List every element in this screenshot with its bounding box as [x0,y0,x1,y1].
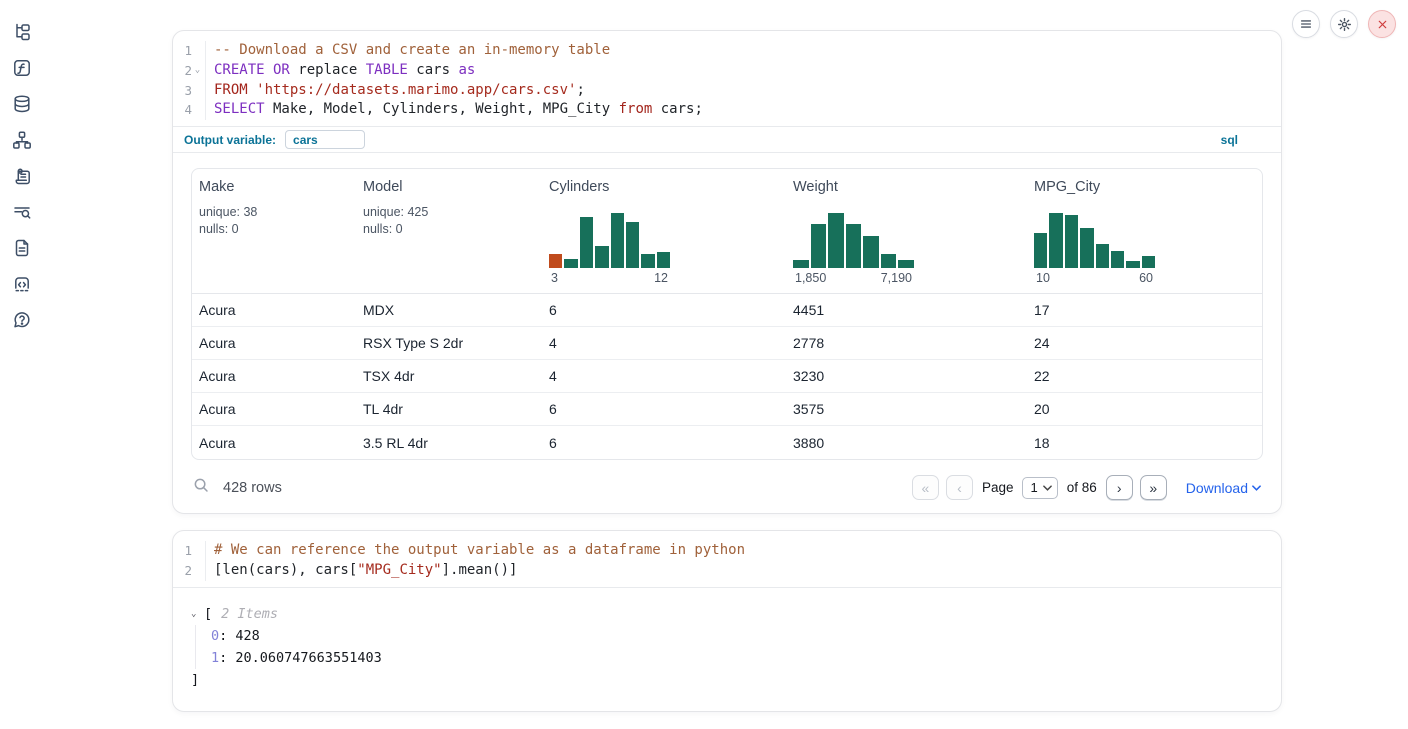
page-label: Page [982,480,1014,495]
result-table: Make unique: 38 nulls: 0 Model unique: 4… [191,168,1263,460]
close-bracket: ] [191,669,1261,691]
column-header-model[interactable]: Model unique: 425 nulls: 0 [356,169,542,293]
output-entry: 1: 20.060747663551403 [211,647,1261,669]
code-line: 1 # We can reference the output variable… [173,541,1281,561]
first-page-button[interactable]: « [912,475,939,500]
cylinders-histogram[interactable]: 3 12 [549,213,670,285]
dependency-graph-icon[interactable] [12,130,32,150]
table-header: Make unique: 38 nulls: 0 Model unique: 4… [192,169,1262,294]
line-number: 1 [176,541,192,561]
settings-button[interactable] [1330,10,1358,38]
search-icon[interactable] [193,477,210,499]
output-variable-label: Output variable: [184,133,276,147]
variables-icon[interactable] [12,58,32,78]
chevron-down-icon [1252,485,1261,491]
output-entry: 0: 428 [211,625,1261,647]
line-number: 4 [176,100,192,120]
logs-icon[interactable] [12,202,32,222]
datasources-icon[interactable] [12,94,32,114]
table-row[interactable]: AcuraTSX 4dr4323022 [192,360,1262,393]
fold-indicator[interactable]: ⌄ [192,61,203,81]
prev-page-button[interactable]: ‹ [946,475,973,500]
code-text: [len(cars), cars["MPG_City"].mean()] [206,561,517,581]
code-text: -- Download a CSV and create an in-memor… [206,41,610,61]
items-count: 2 Items [221,603,278,625]
language-badge: sql [1221,133,1270,147]
python-code-editor[interactable]: 1 # We can reference the output variable… [173,531,1281,587]
mpg-city-histogram[interactable]: 10 60 [1034,213,1155,285]
output-variable-input[interactable] [285,130,365,149]
menu-icon [1299,17,1313,31]
sql-cell: 1 -- Download a CSV and create an in-mem… [172,30,1282,514]
weight-histogram[interactable]: 1,850 7,190 [793,213,914,285]
settings-gear-icon [1337,17,1352,32]
menu-button[interactable] [1292,10,1320,38]
hist-max-label: 12 [654,271,668,285]
table-row[interactable]: AcuraMDX6445117 [192,294,1262,327]
hist-max-label: 60 [1139,271,1153,285]
last-page-button[interactable]: » [1140,475,1167,500]
code-line: 2 [len(cars), cars["MPG_City"].mean()] [173,561,1281,581]
code-text: CREATE OR replace TABLE cars as [206,61,475,81]
code-line: 4 SELECT Make, Model, Cylinders, Weight,… [173,100,1281,120]
table-footer: 428 rows « ‹ Page 1 of 86 › » Download [173,460,1281,500]
code-text: # We can reference the output variable a… [206,541,745,561]
column-header-weight[interactable]: Weight 1,850 7,190 [786,169,1027,293]
table-row[interactable]: Acura3.5 RL 4dr6388018 [192,426,1262,459]
python-output: ⌄ [ 2 Items 0: 428 1: 20.060747663551403… [173,588,1281,691]
column-header-cylinders[interactable]: Cylinders 3 12 [542,169,786,293]
column-header-make[interactable]: Make unique: 38 nulls: 0 [192,169,356,293]
table-row[interactable]: AcuraRSX Type S 2dr4277824 [192,327,1262,360]
column-stat: nulls: 0 [199,221,348,238]
collapse-chevron-icon[interactable]: ⌄ [191,603,201,625]
code-line: 3 FROM 'https://datasets.marimo.app/cars… [173,81,1281,101]
hist-min-label: 1,850 [795,271,826,285]
hist-max-label: 7,190 [881,271,912,285]
file-tree-icon[interactable] [12,22,32,42]
hist-min-label: 3 [551,271,558,285]
help-icon[interactable] [12,310,32,330]
hist-min-label: 10 [1036,271,1050,285]
page-select[interactable]: 1 [1022,477,1057,499]
next-page-button[interactable]: › [1106,475,1133,500]
open-bracket: [ [204,603,212,625]
sidebar [0,0,44,729]
python-cell: 1 # We can reference the output variable… [172,530,1282,712]
code-text: SELECT Make, Model, Cylinders, Weight, M… [206,100,703,120]
row-count: 428 rows [223,480,282,496]
code-line: 1 -- Download a CSV and create an in-mem… [173,41,1281,61]
snippets-icon[interactable] [12,274,32,294]
table-row[interactable]: AcuraTL 4dr6357520 [192,393,1262,426]
code-text: FROM 'https://datasets.marimo.app/cars.c… [206,81,585,101]
code-line: 2⌄ CREATE OR replace TABLE cars as [173,61,1281,81]
close-icon [1376,18,1389,31]
line-number: 2 [176,61,192,81]
column-stat: unique: 425 [363,204,534,221]
column-stat: nulls: 0 [363,221,534,238]
column-header-mpg-city[interactable]: MPG_City 10 60 [1027,169,1262,293]
pagination: « ‹ Page 1 of 86 › » Download [912,475,1261,500]
page-total: of 86 [1067,480,1097,495]
line-number: 2 [176,561,192,581]
scratchpad-icon[interactable] [12,166,32,186]
column-stat: unique: 38 [199,204,348,221]
chevron-down-icon [1043,485,1052,491]
line-number: 1 [176,41,192,61]
documentation-icon[interactable] [12,238,32,258]
line-number: 3 [176,81,192,101]
download-button[interactable]: Download [1186,480,1261,496]
shutdown-button[interactable] [1368,10,1396,38]
sql-code-editor[interactable]: 1 -- Download a CSV and create an in-mem… [173,31,1281,126]
output-variable-row: Output variable: sql [173,126,1281,153]
topbar-controls [1292,10,1396,38]
